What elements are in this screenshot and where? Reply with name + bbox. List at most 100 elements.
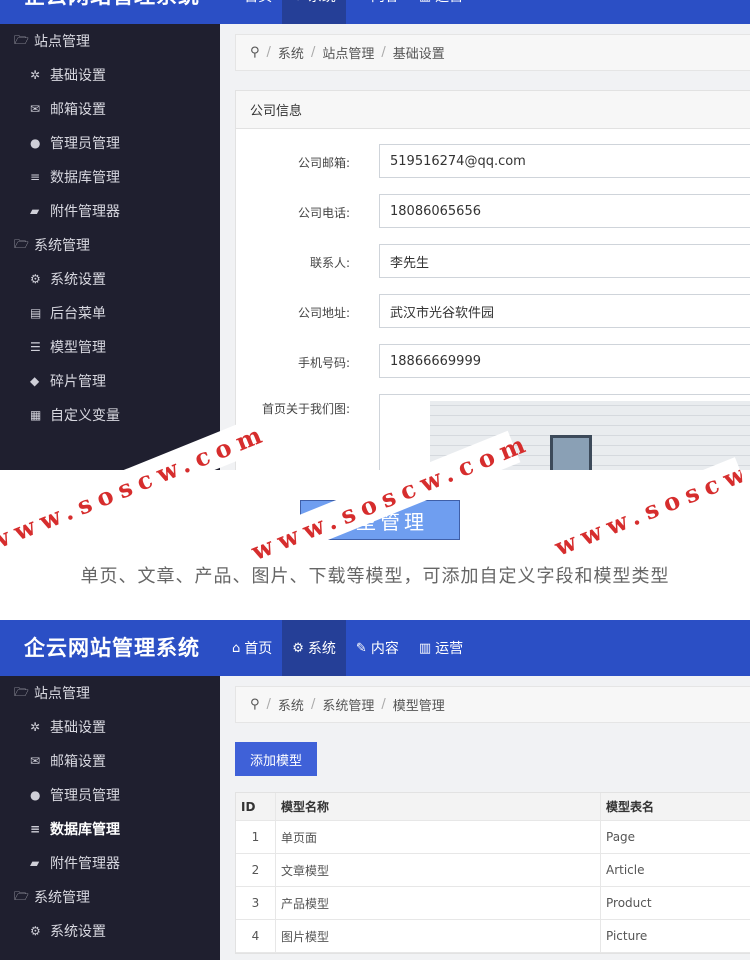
edit-icon: ✎ <box>356 0 367 4</box>
nav-system[interactable]: ⚙系统 <box>282 620 346 676</box>
caption-description: 单页、文章、产品、图片、下载等模型，可添加自定义字段和模型类型 <box>80 566 670 587</box>
cell-table-name: Picture <box>606 929 648 943</box>
database-icon: ≡ <box>30 822 41 836</box>
top-header: 企云网站管理系统 ⌂首页 ⚙系统 ✎内容 ▥运营 <box>0 0 750 24</box>
database-icon: ≡ <box>30 170 41 184</box>
mobile-label: 手机号码: <box>297 356 350 370</box>
envelope-icon: ✉ <box>30 754 41 768</box>
sidebar-item-email-settings[interactable]: ✉ 邮箱设置 <box>0 744 220 778</box>
company-address-input[interactable] <box>379 294 750 328</box>
address-label: 公司地址: <box>297 306 350 320</box>
sidebar-group-system[interactable]: 🗁 系统管理 <box>0 880 220 914</box>
sidebar-item-attachment-manager[interactable]: ▰ 附件管理器 <box>0 846 220 880</box>
contact-person-input[interactable] <box>379 244 750 278</box>
sidebar-group-site[interactable]: 🗁 站点管理 <box>0 24 220 58</box>
form-row-phone: 公司电话: <box>236 194 750 230</box>
breadcrumb-current: 模型管理 <box>392 699 445 714</box>
column-header-model-name[interactable]: 模型名称 <box>276 793 601 820</box>
sidebar-item-email-settings[interactable]: ✉ 邮箱设置 <box>0 92 220 126</box>
folder-open-icon: 🗁 <box>14 684 29 699</box>
list-alt-icon: ▤ <box>30 306 42 320</box>
screenshot-model-management: 企云网站管理系统 ⌂ 首页 ⚙ 系统 ✎ 内容 ▥ 运营 🗁 站点管理 ✲ 基础设置 ✉ 邮箱… <box>0 620 750 960</box>
folder-open-icon: 🗁 <box>14 236 29 251</box>
bar-chart-icon: ▥ <box>419 0 431 4</box>
app-title: 企云网站管理系统 <box>24 0 200 10</box>
sidebar-item-database-management[interactable]: ≡ 数据库管理 <box>0 160 220 194</box>
user-icon: ● <box>30 136 41 150</box>
form-row-mobile: 手机号码: <box>236 344 750 380</box>
cell-model-name: 文章模型 <box>276 854 601 886</box>
email-label: 公司邮箱: <box>297 156 350 170</box>
breadcrumb: ⚲ / 系统 / 站点管理 / 基础设置 <box>235 34 750 71</box>
folder-icon: ▰ <box>30 856 40 870</box>
sidebar-group-site[interactable]: 🗁 站点管理 <box>0 676 220 710</box>
breadcrumb-item[interactable]: 系统管理 <box>322 695 374 714</box>
gear-icon: ✲ <box>30 720 41 734</box>
sidebar-item-attachment-manager[interactable]: ▰ 附件管理器 <box>0 194 220 228</box>
table-row[interactable]: 4 图片模型 Picture <box>236 920 750 953</box>
sidebar-item-model-management[interactable]: ☰ 模型管理 <box>0 330 220 364</box>
cell-id: 4 <box>236 920 276 952</box>
company-info-panel: 公司信息 公司邮箱: 公司电话: 联系人: 公司地址: 手机号码: <box>235 90 750 470</box>
picture-frame <box>550 435 592 470</box>
cell-table-name: Product <box>606 896 652 910</box>
main-content: ⚲ / 系统 / 站点管理 / 基础设置 公司信息 公司邮箱: 公司电话: 联系… <box>220 24 750 470</box>
nav-home[interactable]: ⌂首页 <box>222 0 282 24</box>
bar-chart-icon: ▥ <box>418 640 432 656</box>
column-header-table-name[interactable]: 模型表名 <box>601 793 750 820</box>
cell-id: 3 <box>236 887 276 919</box>
main-content: ⚲ / 系统 / 系统管理 / 模型管理 添加模型 ID 模型名称 模型表名 1… <box>220 676 750 960</box>
sidebar-item-admin-menu[interactable]: ▤ 后台菜单 <box>0 296 220 330</box>
sidebar-item-fragment-management[interactable]: ◆ 碎片管理 <box>0 364 220 398</box>
gear-icon: ✲ <box>30 68 41 82</box>
cell-id: 2 <box>236 854 276 886</box>
user-icon: ● <box>30 788 41 802</box>
nav-content[interactable]: ✎内容 <box>346 0 409 24</box>
company-phone-input[interactable] <box>379 194 750 228</box>
edit-icon: ✎ <box>355 640 367 656</box>
column-header-id[interactable]: ID <box>236 793 276 820</box>
panel-title: 公司信息 <box>236 91 750 129</box>
company-email-input[interactable] <box>379 144 750 178</box>
breadcrumb-item[interactable]: 系统 <box>278 695 304 714</box>
envelope-icon: ✉ <box>30 102 41 116</box>
about-image-preview[interactable] <box>379 394 750 470</box>
breadcrumb: ⚲ / 系统 / 系统管理 / 模型管理 <box>235 686 750 723</box>
cell-model-name: 产品模型 <box>276 887 601 919</box>
nav-home[interactable]: ⌂首页 <box>222 620 282 676</box>
nav-system[interactable]: ⚙系统 <box>282 0 346 24</box>
sidebar-item-basic-settings[interactable]: ✲ 基础设置 <box>0 58 220 92</box>
form-row-contact: 联系人: <box>236 244 750 280</box>
table-row[interactable]: 1 单页面 Page <box>236 821 750 854</box>
app-title: 企云网站管理系统 <box>24 636 200 660</box>
form-row-address: 公司地址: <box>236 294 750 330</box>
screenshot-basic-settings: 企云网站管理系统 ⌂首页 ⚙系统 ✎内容 ▥运营 🗁站点管理 ✲基础设置 ✉邮箱… <box>0 0 750 470</box>
cell-id: 1 <box>236 821 276 853</box>
nav-operations[interactable]: ▥运营 <box>409 0 473 24</box>
nav-content[interactable]: ✎内容 <box>346 620 409 676</box>
cogs-icon: ⚙ <box>292 640 304 656</box>
sidebar-item-database-management[interactable]: ≡ 数据库管理 <box>0 812 220 846</box>
sidebar-item-system-settings[interactable]: ⚙ 系统设置 <box>0 262 220 296</box>
sidebar-item-admin-management[interactable]: ● 管理员管理 <box>0 126 220 160</box>
sidebar-item-basic-settings[interactable]: ✲ 基础设置 <box>0 710 220 744</box>
model-table: ID 模型名称 模型表名 1 单页面 Page 2 文章模型 Article 3… <box>235 792 750 954</box>
sidebar-group-system[interactable]: 🗁 系统管理 <box>0 228 220 262</box>
table-row[interactable]: 3 产品模型 Product <box>236 887 750 920</box>
breadcrumb-item[interactable]: 系统 <box>278 43 304 62</box>
breadcrumb-current: 基础设置 <box>392 47 445 62</box>
top-nav: ⌂首页 ⚙系统 ✎内容 ▥运营 <box>222 620 473 676</box>
table-row[interactable]: 2 文章模型 Article <box>236 854 750 887</box>
breadcrumb-item[interactable]: 站点管理 <box>322 43 374 62</box>
bars-icon: ☰ <box>30 340 41 354</box>
folder-open-icon: 🗁 <box>14 32 29 47</box>
mobile-number-input[interactable] <box>379 344 750 378</box>
add-model-button[interactable]: 添加模型 <box>235 742 317 776</box>
cogs-icon: ⚙ <box>30 272 41 286</box>
nav-operations[interactable]: ▥运营 <box>409 620 473 676</box>
map-marker-icon: ⚲ <box>250 697 260 712</box>
sidebar-item-custom-variables[interactable]: ▦ 自定义变量 <box>0 398 220 432</box>
sidebar-item-system-settings[interactable]: ⚙ 系统设置 <box>0 914 220 948</box>
sidebar-item-admin-management[interactable]: ● 管理员管理 <box>0 778 220 812</box>
table-header-row: ID 模型名称 模型表名 <box>236 793 750 821</box>
